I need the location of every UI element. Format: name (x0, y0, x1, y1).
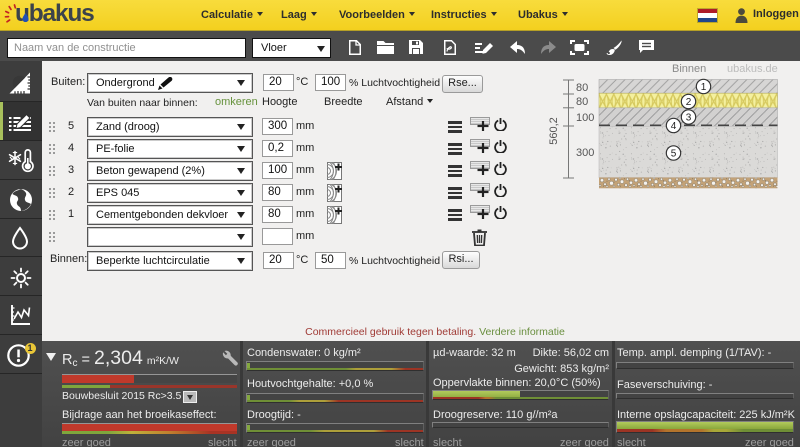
svg-text:3: 3 (686, 113, 692, 124)
svg-text:80: 80 (576, 96, 588, 108)
svg-text:100: 100 (576, 112, 594, 124)
svg-text:4: 4 (671, 121, 677, 132)
svg-text:300: 300 (576, 147, 594, 159)
svg-text:1: 1 (701, 82, 707, 93)
svg-text:560,2: 560,2 (548, 117, 560, 145)
svg-text:2: 2 (686, 97, 692, 108)
svg-text:5: 5 (671, 149, 677, 160)
svg-text:80: 80 (576, 82, 588, 94)
